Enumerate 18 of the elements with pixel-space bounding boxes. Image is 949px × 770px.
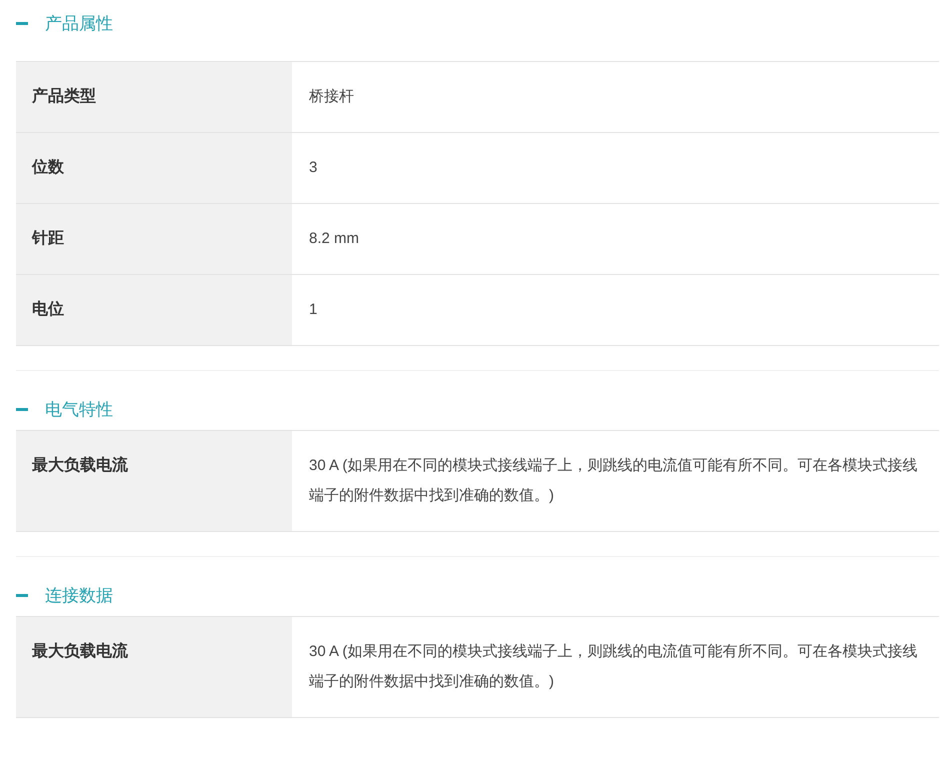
property-label: 最大负载电流 bbox=[16, 617, 292, 717]
property-label: 电位 bbox=[16, 275, 292, 345]
collapse-icon[interactable] bbox=[16, 408, 28, 410]
property-value: 30 A (如果用在不同的模块式接线端子上，则跳线的电流值可能有所不同。可在各模块式接线端子的附件数据中找到准确的数值。) bbox=[308, 642, 918, 692]
property-value: 30 A (如果用在不同的模块式接线端子上，则跳线的电流值可能有所不同。可在各模块式接线端子的附件数据中找到准确的数值。) bbox=[308, 456, 918, 506]
property-label: 位数 bbox=[16, 133, 292, 203]
property-label: 针距 bbox=[16, 204, 292, 274]
property-label: 产品类型 bbox=[16, 62, 292, 132]
property-value: 1 bbox=[308, 300, 318, 320]
property-value: 桥接杆 bbox=[308, 87, 355, 107]
section-title[interactable]: 产品属性 bbox=[45, 12, 113, 34]
property-value: 3 bbox=[308, 158, 318, 178]
collapse-icon[interactable] bbox=[16, 22, 28, 24]
section-title[interactable]: 电气特性 bbox=[45, 398, 113, 420]
section-title[interactable]: 连接数据 bbox=[45, 584, 113, 606]
collapse-icon[interactable] bbox=[16, 594, 28, 596]
property-label: 最大负载电流 bbox=[16, 431, 292, 531]
property-value: 8.2 mm bbox=[308, 229, 360, 249]
